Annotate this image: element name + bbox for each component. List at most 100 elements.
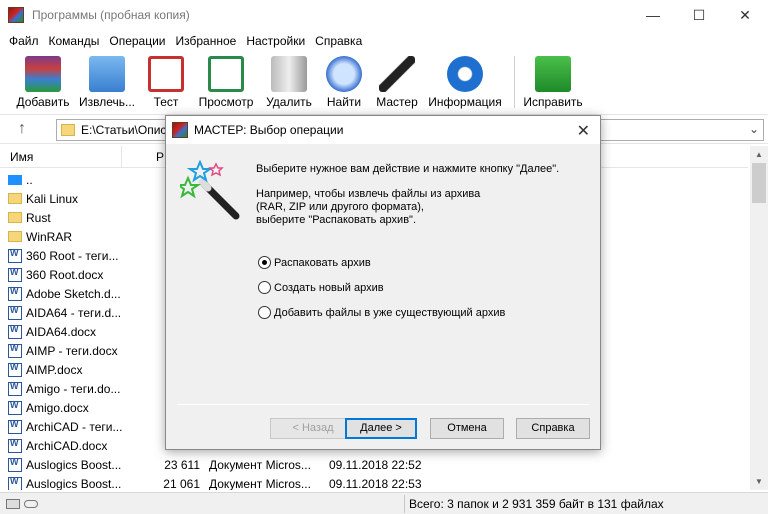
- word-document-icon: [8, 438, 22, 453]
- cancel-button[interactable]: Отмена: [430, 418, 504, 439]
- path-dropdown-icon[interactable]: ⌄: [749, 122, 759, 136]
- menu-file[interactable]: Файл: [4, 34, 44, 48]
- word-document-icon: [8, 324, 22, 339]
- file-date: 09.11.2018 22:53: [329, 476, 422, 491]
- word-document-icon: [8, 400, 22, 415]
- file-name: Kali Linux: [26, 191, 79, 206]
- file-name: 360 Root.docx: [26, 267, 104, 282]
- info-button[interactable]: Информация: [424, 52, 506, 109]
- file-name: ArchiCAD.docx: [26, 438, 108, 453]
- wizard-button[interactable]: Мастер: [370, 52, 424, 109]
- up-folder-icon[interactable]: ↑: [8, 120, 36, 138]
- radio-create[interactable]: [258, 281, 271, 294]
- repair-button[interactable]: Исправить: [523, 52, 583, 109]
- word-document-icon: [8, 476, 22, 490]
- extract-button[interactable]: Извлечь...: [74, 52, 140, 109]
- view-button[interactable]: Просмотр: [192, 52, 260, 109]
- word-document-icon: [8, 343, 22, 358]
- key-icon[interactable]: [24, 499, 38, 508]
- magnifier-icon: [326, 56, 362, 92]
- file-name: Amigo - теги.do...: [26, 381, 121, 396]
- dialog-title: МАСТЕР: Выбор операции: [194, 123, 344, 137]
- dialog-instruction: Выберите нужное вам действие и нажмите к…: [256, 163, 560, 175]
- radio-extract[interactable]: [258, 256, 271, 269]
- window-controls: — ☐ ✕: [630, 0, 768, 30]
- file-name: Adobe Sketch.d...: [26, 286, 121, 301]
- folder-icon: [8, 231, 22, 242]
- word-document-icon: [8, 248, 22, 263]
- find-button[interactable]: Найти: [318, 52, 370, 109]
- folder-icon: [61, 124, 75, 136]
- option-create[interactable]: Создать новый архив: [258, 281, 384, 294]
- dialog-separator: [177, 404, 589, 405]
- menu-operations[interactable]: Операции: [104, 34, 170, 48]
- test-clipboard-icon: [148, 56, 184, 92]
- option-add[interactable]: Добавить файлы в уже существующий архив: [258, 306, 505, 319]
- info-icon: [447, 56, 483, 92]
- file-row[interactable]: Auslogics Boost... 23 611 Документ Micros.…: [0, 455, 748, 474]
- file-name: AIDA64.docx: [26, 324, 97, 339]
- repair-kit-icon: [535, 56, 571, 92]
- add-archive-icon: [25, 56, 61, 92]
- menu-help[interactable]: Справка: [310, 34, 367, 48]
- word-document-icon: [8, 419, 22, 434]
- back-button[interactable]: < Назад: [270, 418, 356, 439]
- file-size: 23 611: [164, 457, 200, 472]
- example-line: выберите "Распаковать архив".: [256, 214, 416, 226]
- info-label: Информация: [428, 95, 502, 109]
- word-document-icon: [8, 362, 22, 377]
- scroll-down-icon[interactable]: ▼: [750, 473, 768, 490]
- file-row[interactable]: Auslogics Boost... 21 061 Документ Micros.…: [0, 474, 748, 490]
- file-name: Rust: [26, 210, 51, 225]
- column-size-header[interactable]: Р: [122, 146, 164, 168]
- file-date: 09.11.2018 22:52: [329, 457, 422, 472]
- find-label: Найти: [326, 95, 362, 109]
- file-name: ..: [26, 172, 33, 187]
- dialog-titlebar: МАСТЕР: Выбор операции ✕: [166, 116, 600, 144]
- scroll-up-icon[interactable]: ▲: [750, 146, 768, 163]
- extract-label: Извлечь...: [78, 95, 135, 109]
- menu-favorites[interactable]: Избранное: [171, 34, 242, 48]
- dialog-example: Например, чтобы извлечь файлы из архива …: [256, 188, 586, 227]
- drive-icon[interactable]: [6, 498, 20, 509]
- menu-commands[interactable]: Команды: [44, 34, 105, 48]
- delete-label: Удалить: [266, 95, 312, 109]
- help-button[interactable]: Справка: [516, 418, 590, 439]
- wizard-wand-icon: [180, 159, 240, 220]
- dialog-close-icon[interactable]: ✕: [577, 121, 590, 141]
- file-name: AIMP.docx: [26, 362, 83, 377]
- view-label: Просмотр: [198, 95, 254, 109]
- delete-button[interactable]: Удалить: [260, 52, 318, 109]
- radio-add[interactable]: [258, 306, 271, 319]
- column-name-header[interactable]: Имя: [0, 146, 122, 168]
- file-name: Auslogics Boost...: [26, 476, 122, 491]
- vertical-scrollbar[interactable]: ▲ ▼: [750, 146, 768, 490]
- file-name: Auslogics Boost...: [26, 457, 122, 472]
- maximize-button[interactable]: ☐: [676, 0, 722, 30]
- window-title: Программы (пробная копия): [32, 8, 190, 22]
- menu-settings[interactable]: Настройки: [241, 34, 310, 48]
- test-button[interactable]: Тест: [140, 52, 192, 109]
- repair-label: Исправить: [523, 95, 583, 109]
- word-document-icon: [8, 267, 22, 282]
- file-name: WinRAR: [26, 229, 73, 244]
- file-type: Документ Micros...: [209, 457, 311, 472]
- status-icons: [0, 498, 42, 509]
- status-text: Всего: 3 папок и 2 931 359 байт в 131 фа…: [409, 497, 664, 511]
- word-document-icon: [8, 305, 22, 320]
- word-document-icon: [8, 381, 22, 396]
- add-button[interactable]: Добавить: [12, 52, 74, 109]
- minimize-button[interactable]: —: [630, 0, 676, 30]
- option-extract[interactable]: Распаковать архив: [258, 256, 371, 269]
- test-label: Тест: [153, 95, 179, 109]
- close-button[interactable]: ✕: [722, 0, 768, 30]
- menubar: Файл Команды Операции Избранное Настройк…: [0, 30, 768, 52]
- example-line: (RAR, ZIP или другого формата),: [256, 201, 424, 213]
- next-button[interactable]: Далее >: [345, 418, 417, 439]
- add-label: Добавить: [16, 95, 70, 109]
- wizard-wand-icon: [379, 56, 415, 92]
- winrar-dialog-icon: [172, 122, 188, 138]
- scroll-thumb[interactable]: [752, 163, 766, 203]
- path-text: E:\Статьи\Опис: [81, 123, 167, 137]
- file-name: AIMP - теги.docx: [26, 343, 118, 358]
